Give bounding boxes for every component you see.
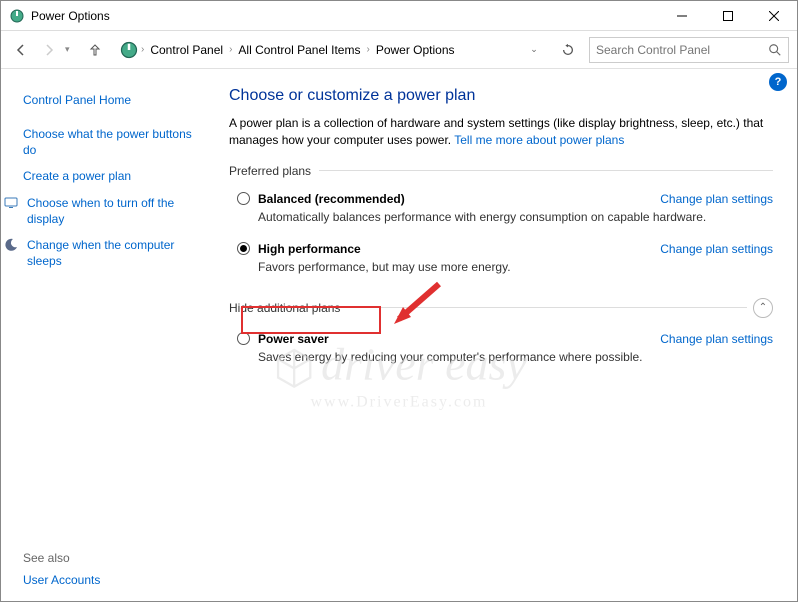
- search-input[interactable]: [596, 43, 768, 57]
- sidebar: Control Panel Home Choose what the power…: [1, 69, 211, 601]
- sidebar-link-sleep[interactable]: Change when the computer sleeps: [23, 232, 199, 274]
- display-icon: [3, 195, 19, 211]
- close-button[interactable]: [751, 1, 797, 31]
- crumb-all-items[interactable]: All Control Panel Items: [234, 43, 364, 57]
- power-options-addr-icon: [119, 40, 139, 60]
- learn-more-link[interactable]: Tell me more about power plans: [454, 133, 624, 147]
- plan-power-saver: Power saver Change plan settings Saves e…: [229, 326, 773, 376]
- forward-button[interactable]: [37, 38, 61, 62]
- plan-high-performance: High performance Change plan settings Fa…: [229, 236, 773, 286]
- search-box[interactable]: [589, 37, 789, 63]
- plan-radio-balanced[interactable]: Balanced (recommended): [237, 192, 405, 206]
- help-icon[interactable]: ?: [769, 73, 787, 91]
- history-dropdown[interactable]: ▾: [65, 44, 79, 55]
- sidebar-link-create-plan[interactable]: Create a power plan: [23, 163, 199, 189]
- main-panel: ? Choose or customize a power plan A pow…: [211, 69, 797, 601]
- crumb-sep-icon[interactable]: ›: [227, 44, 234, 55]
- preferred-plans-header: Preferred plans: [229, 164, 773, 178]
- window-controls: [659, 1, 797, 31]
- sidebar-link-power-buttons[interactable]: Choose what the power buttons do: [23, 121, 199, 163]
- titlebar-left: Power Options: [9, 8, 110, 24]
- crumb-sep-icon[interactable]: ›: [364, 44, 371, 55]
- plan-radio-high-performance[interactable]: High performance: [237, 242, 361, 256]
- plan-radio-power-saver[interactable]: Power saver: [237, 332, 329, 346]
- sidebar-link-display-off[interactable]: Choose when to turn off the display: [23, 190, 199, 232]
- sidebar-home-link[interactable]: Control Panel Home: [23, 87, 199, 121]
- back-button[interactable]: [9, 38, 33, 62]
- change-settings-power-saver[interactable]: Change plan settings: [660, 332, 773, 346]
- crumb-sep-icon[interactable]: ›: [139, 44, 146, 55]
- crumb-power-options[interactable]: Power Options: [372, 43, 459, 57]
- radio-icon: [237, 242, 250, 255]
- radio-icon: [237, 192, 250, 205]
- hide-additional-header[interactable]: Hide additional plans ⌃: [229, 298, 773, 318]
- page-title: Choose or customize a power plan: [229, 87, 773, 105]
- page-description: A power plan is a collection of hardware…: [229, 115, 773, 150]
- maximize-button[interactable]: [705, 1, 751, 31]
- crumb-control-panel[interactable]: Control Panel: [146, 43, 227, 57]
- titlebar: Power Options: [1, 1, 797, 31]
- radio-icon: [237, 332, 250, 345]
- plan-desc-balanced: Automatically balances performance with …: [258, 210, 773, 224]
- plan-balanced: Balanced (recommended) Change plan setti…: [229, 186, 773, 236]
- content: Control Panel Home Choose what the power…: [1, 69, 797, 601]
- plan-desc-high-performance: Favors performance, but may use more ene…: [258, 260, 773, 274]
- change-settings-balanced[interactable]: Change plan settings: [660, 192, 773, 206]
- change-settings-high-performance[interactable]: Change plan settings: [660, 242, 773, 256]
- search-icon[interactable]: [768, 43, 782, 57]
- collapse-icon[interactable]: ⌃: [753, 298, 773, 318]
- sidebar-bottom: See also User Accounts: [23, 551, 100, 587]
- power-options-icon: [9, 8, 25, 24]
- sidebar-link-user-accounts[interactable]: User Accounts: [23, 573, 100, 587]
- moon-icon: [3, 237, 19, 253]
- plan-desc-power-saver: Saves energy by reducing your computer's…: [258, 350, 773, 364]
- refresh-button[interactable]: [555, 37, 581, 63]
- up-button[interactable]: [83, 38, 107, 62]
- minimize-button[interactable]: [659, 1, 705, 31]
- see-also-label: See also: [23, 551, 100, 565]
- window-title: Power Options: [31, 9, 110, 23]
- navbar: ▾ › Control Panel › All Control Panel It…: [1, 31, 797, 69]
- breadcrumb-dropdown[interactable]: ⌄: [525, 44, 543, 55]
- breadcrumb: › Control Panel › All Control Panel Item…: [115, 37, 547, 63]
